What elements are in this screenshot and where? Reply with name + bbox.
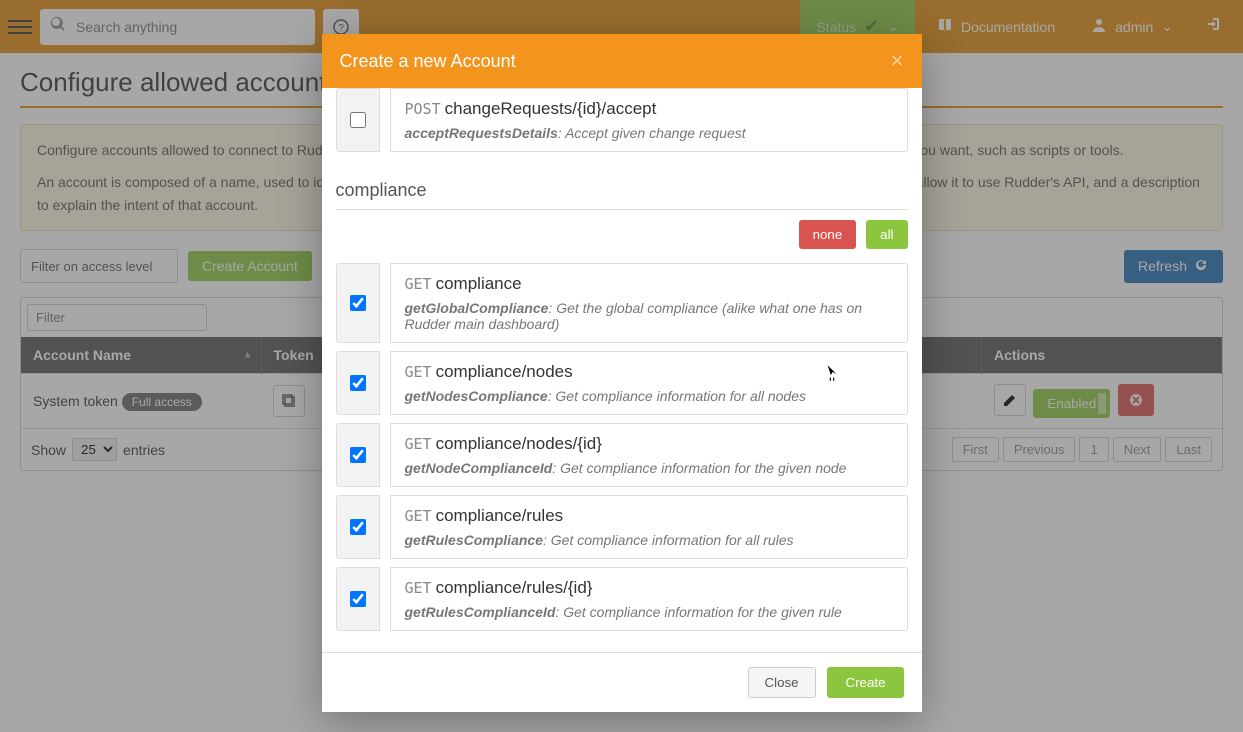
api-method: GET [405,275,432,293]
api-path: compliance/rules/{id} [436,578,593,597]
api-row: GETcompliance/nodes getNodesCompliance: … [336,351,908,415]
api-desc: Get compliance information for the given… [560,460,846,476]
api-checkbox[interactable] [350,519,366,535]
api-row: GETcompliance/nodes/{id} getNodeComplian… [336,423,908,487]
api-desc: Get compliance information for all nodes [555,388,806,404]
create-account-modal: Create a new Account × POSTchangeRequest… [322,34,922,712]
create-button[interactable]: Create [827,667,903,698]
select-none-button[interactable]: none [799,220,857,249]
api-op: acceptRequestsDetails [405,125,558,141]
api-op: getNodesCompliance [405,388,548,404]
section-title-compliance: compliance [336,160,908,210]
api-method: GET [405,507,432,525]
api-path: compliance [436,274,522,293]
api-row: POSTchangeRequests/{id}/accept acceptReq… [336,88,908,152]
api-method: GET [405,363,432,381]
api-op: getRulesComplianceId [405,604,556,620]
close-button[interactable]: Close [748,667,816,698]
modal-header: Create a new Account × [322,34,922,88]
api-op: getRulesCompliance [405,532,543,548]
modal-title: Create a new Account [340,51,516,72]
api-checkbox[interactable] [350,112,366,128]
api-checkbox[interactable] [350,591,366,607]
modal-overlay[interactable]: Create a new Account × POSTchangeRequest… [0,0,1243,732]
api-row: GETcompliance/rules getRulesCompliance: … [336,495,908,559]
api-method: GET [405,579,432,597]
api-op: getGlobalCompliance [405,300,549,316]
api-path: changeRequests/{id}/accept [445,99,657,118]
api-op: getNodeComplianceId [405,460,553,476]
api-method: GET [405,435,432,453]
api-checkbox[interactable] [350,295,366,311]
api-path: compliance/nodes/{id} [436,434,602,453]
api-checkbox[interactable] [350,375,366,391]
api-path: compliance/nodes [436,362,573,381]
api-desc: Get compliance information for all rules [551,532,794,548]
api-desc: Get compliance information for the given… [563,604,842,620]
api-desc: Accept given change request [565,125,746,141]
api-row: GETcompliance/rules/{id} getRulesComplia… [336,567,908,631]
select-all-button[interactable]: all [866,220,907,249]
modal-body[interactable]: POSTchangeRequests/{id}/accept acceptReq… [322,88,922,652]
api-method: POST [405,100,441,118]
close-icon[interactable]: × [891,48,904,74]
api-checkbox[interactable] [350,447,366,463]
api-path: compliance/rules [436,506,564,525]
modal-footer: Close Create [322,652,922,712]
api-row: GETcompliance getGlobalCompliance: Get t… [336,263,908,343]
